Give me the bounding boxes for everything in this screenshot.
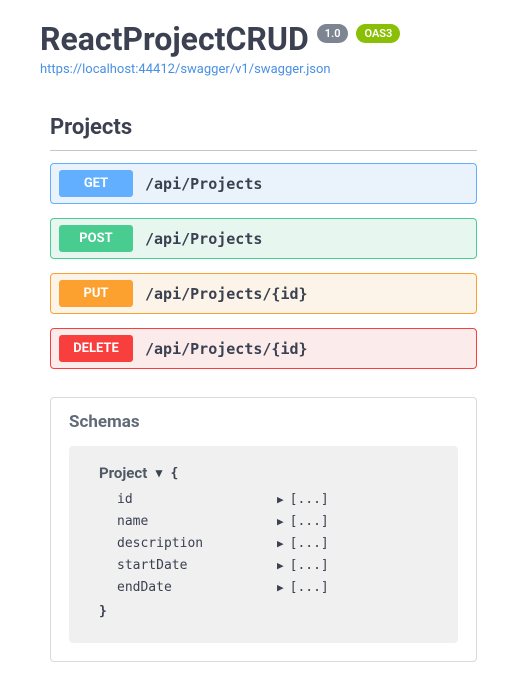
chevron-right-icon: ▶ [277,537,284,550]
version-badge: 1.0 [317,24,349,43]
method-badge-put: PUT [59,280,133,307]
close-brace: } [99,604,438,619]
model-property[interactable]: startDate ▶ [...] [117,554,438,576]
operation-get-projects[interactable]: GET /api/Projects [50,163,477,204]
property-collapsed[interactable]: ▶ [...] [277,514,329,529]
property-collapsed[interactable]: ▶ [...] [277,558,329,573]
model-property[interactable]: description ▶ [...] [117,532,438,554]
model-properties: id ▶ [...] name ▶ [...] description ▶ [.… [99,488,438,598]
tag-header[interactable]: Projects [50,97,477,151]
property-collapsed[interactable]: ▶ [...] [277,492,329,507]
model-property[interactable]: name ▶ [...] [117,510,438,532]
operation-path: /api/Projects/{id} [145,285,308,303]
chevron-right-icon: ▶ [277,515,284,528]
collapsed-placeholder: [...] [290,536,329,551]
method-badge-delete: DELETE [59,335,133,362]
model-name: Project [99,464,147,482]
model-property[interactable]: id ▶ [...] [117,488,438,510]
chevron-down-icon: ▼ [155,466,162,480]
operations-section: Projects GET /api/Projects POST /api/Pro… [0,87,517,369]
schemas-section: Schemas Project ▼ { id ▶ [...] name ▶ [.… [50,397,477,662]
operation-path: /api/Projects [145,175,262,193]
chevron-right-icon: ▶ [277,581,284,594]
method-badge-post: POST [59,225,133,252]
collapsed-placeholder: [...] [290,514,329,529]
spec-url-link[interactable]: https://localhost:44412/swagger/v1/swagg… [40,62,477,77]
property-name: id [117,492,277,507]
open-brace: { [171,466,179,481]
method-badge-get: GET [59,170,133,197]
chevron-right-icon: ▶ [277,493,284,506]
model-property[interactable]: endDate ▶ [...] [117,576,438,598]
property-collapsed[interactable]: ▶ [...] [277,536,329,551]
operation-path: /api/Projects/{id} [145,340,308,358]
operation-path: /api/Projects [145,230,262,248]
property-name: description [117,536,277,551]
property-name: name [117,514,277,529]
model-title-row[interactable]: Project ▼ { [99,464,438,482]
schema-model-container: Project ▼ { id ▶ [...] name ▶ [...] desc… [69,446,458,643]
operation-put-projects-id[interactable]: PUT /api/Projects/{id} [50,273,477,314]
chevron-right-icon: ▶ [277,559,284,572]
api-title: ReactProjectCRUD [40,20,309,58]
operation-post-projects[interactable]: POST /api/Projects [50,218,477,259]
page-header: ReactProjectCRUD 1.0 OAS3 https://localh… [0,0,517,87]
title-row: ReactProjectCRUD 1.0 OAS3 [40,20,477,58]
schemas-header[interactable]: Schemas [51,398,476,446]
collapsed-placeholder: [...] [290,580,329,595]
collapsed-placeholder: [...] [290,492,329,507]
property-collapsed[interactable]: ▶ [...] [277,580,329,595]
property-name: endDate [117,580,277,595]
operation-delete-projects-id[interactable]: DELETE /api/Projects/{id} [50,328,477,369]
oas-badge: OAS3 [356,24,400,43]
collapsed-placeholder: [...] [290,558,329,573]
property-name: startDate [117,558,277,573]
